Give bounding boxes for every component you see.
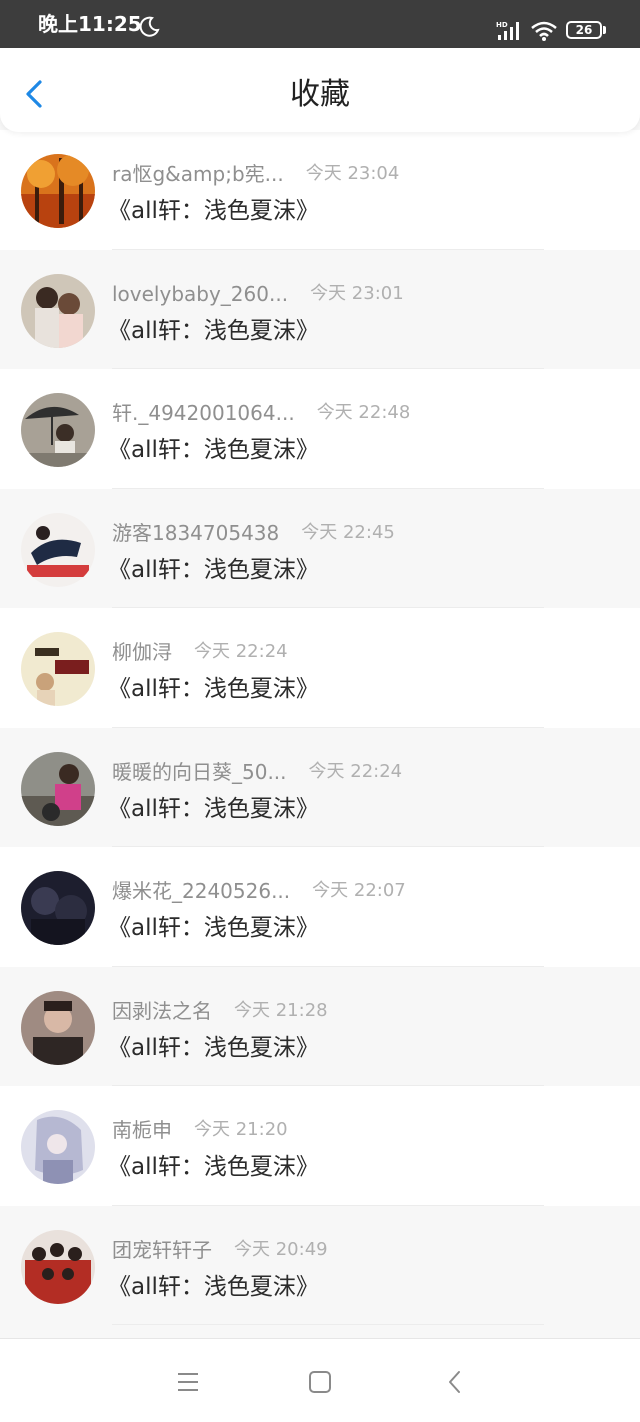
user-name[interactable]: 柳伽浔 [112, 638, 172, 666]
avatar[interactable] [21, 751, 95, 826]
header: 收藏 [0, 48, 640, 132]
avatar[interactable] [21, 990, 95, 1065]
meta-line: lovelybaby_260... 今天 23:01 [112, 280, 404, 308]
book-title[interactable]: 《all轩：浅色夏沫》 [108, 913, 319, 943]
favorite-time: 今天 21:28 [234, 999, 328, 1021]
moon-icon [139, 16, 160, 37]
page-title: 收藏 [290, 77, 350, 112]
meta-line: 南栀申 今天 21:20 [112, 1116, 288, 1144]
list-item[interactable]: 团宠轩轩子 今天 20:49 《all轩：浅色夏沫》 [0, 1205, 640, 1325]
list-item[interactable]: 轩._4942001064... 今天 22:48 《all轩：浅色夏沫》 [0, 369, 640, 489]
favorite-time: 今天 23:01 [310, 282, 404, 304]
user-name[interactable]: 暖暖的向日葵_50... [112, 758, 287, 786]
home-square-icon[interactable] [305, 1367, 335, 1397]
avatar[interactable] [21, 1110, 95, 1184]
favorite-time: 今天 22:24 [308, 760, 403, 782]
user-name[interactable]: 南栀申 [112, 1116, 172, 1144]
avatar[interactable] [21, 273, 95, 348]
meta-line: 团宠轩轩子 今天 20:49 [112, 1236, 328, 1264]
meta-line: 爆米花_2240526... 今天 22:07 [112, 877, 406, 905]
favorite-time: 今天 23:04 [305, 163, 400, 184]
avatar[interactable] [21, 632, 95, 706]
back-triangle-icon[interactable] [440, 1367, 470, 1397]
user-name[interactable]: 团宠轩轩子 [112, 1236, 212, 1264]
menu-icon[interactable] [173, 1367, 203, 1397]
signal-icon: HD [496, 21, 519, 40]
favorite-time: 今天 22:45 [301, 521, 395, 543]
book-title[interactable]: 《all轩：浅色夏沫》 [108, 674, 319, 704]
list-item[interactable]: 暖暖的向日葵_50... 今天 22:24 《all轩：浅色夏沫》 [0, 727, 640, 847]
user-name[interactable]: lovelybaby_260... [112, 280, 288, 308]
list-item[interactable]: 爆米花_2240526... 今天 22:07 《all轩：浅色夏沫》 [0, 847, 640, 967]
list-item[interactable]: 南栀申 今天 21:20 《all轩：浅色夏沫》 [0, 1086, 640, 1206]
meta-line: 暖暖的向日葵_50... 今天 22:24 [112, 758, 402, 786]
avatar[interactable] [21, 393, 95, 467]
list-item[interactable]: 游客1834705438 今天 22:45 《all轩：浅色夏沫》 [0, 488, 640, 608]
system-nav-bar [0, 1338, 640, 1422]
book-title[interactable]: 《all轩：浅色夏沫》 [108, 1033, 319, 1063]
favorite-time: 今天 21:20 [194, 1119, 288, 1140]
favorites-list: ra怄g&amp;b宪... 今天 23:04 《all轩：浅色夏沫》 love… [0, 130, 640, 1338]
battery-icon: 26 [566, 21, 602, 39]
meta-line: 轩._4942001064... 今天 22:48 [112, 399, 410, 427]
book-title[interactable]: 《all轩：浅色夏沫》 [108, 316, 319, 346]
book-title[interactable]: 《all轩：浅色夏沫》 [108, 555, 319, 585]
list-item[interactable]: ra怄g&amp;b宪... 今天 23:04 《all轩：浅色夏沫》 [0, 130, 640, 250]
user-name[interactable]: ra怄g&amp;b宪... [112, 160, 284, 188]
meta-line: ra怄g&amp;b宪... 今天 23:04 [112, 160, 399, 188]
avatar[interactable] [21, 154, 95, 228]
list-item[interactable]: 因剥法之名 今天 21:28 《all轩：浅色夏沫》 [0, 966, 640, 1086]
status-time: 晚上11:25 [38, 12, 142, 36]
book-title[interactable]: 《all轩：浅色夏沫》 [108, 1152, 319, 1182]
status-bar: 晚上11:25 HD 26 [0, 0, 640, 48]
book-title[interactable]: 《all轩：浅色夏沫》 [108, 435, 319, 465]
avatar[interactable] [21, 871, 95, 945]
meta-line: 因剥法之名 今天 21:28 [112, 997, 328, 1025]
wifi-icon [531, 21, 557, 41]
list-item[interactable]: lovelybaby_260... 今天 23:01 《all轩：浅色夏沫》 [0, 249, 640, 369]
favorite-time: 今天 22:48 [316, 402, 411, 423]
favorite-time: 今天 20:49 [234, 1238, 328, 1260]
avatar[interactable] [21, 512, 95, 587]
favorite-time: 今天 22:24 [194, 641, 288, 662]
user-name[interactable]: 轩._4942001064... [112, 399, 295, 427]
book-title[interactable]: 《all轩：浅色夏沫》 [108, 794, 319, 824]
avatar[interactable] [21, 1229, 95, 1304]
book-title[interactable]: 《all轩：浅色夏沫》 [108, 1272, 319, 1302]
meta-line: 游客1834705438 今天 22:45 [112, 519, 395, 547]
favorite-time: 今天 22:07 [312, 880, 406, 901]
list-item[interactable]: 柳伽浔 今天 22:24 《all轩：浅色夏沫》 [0, 608, 640, 728]
user-name[interactable]: 因剥法之名 [112, 997, 212, 1025]
svg-text:HD: HD [496, 21, 508, 29]
meta-line: 柳伽浔 今天 22:24 [112, 638, 288, 666]
book-title[interactable]: 《all轩：浅色夏沫》 [108, 196, 319, 226]
battery-tip [603, 26, 606, 34]
user-name[interactable]: 游客1834705438 [112, 519, 279, 547]
user-name[interactable]: 爆米花_2240526... [112, 877, 290, 905]
